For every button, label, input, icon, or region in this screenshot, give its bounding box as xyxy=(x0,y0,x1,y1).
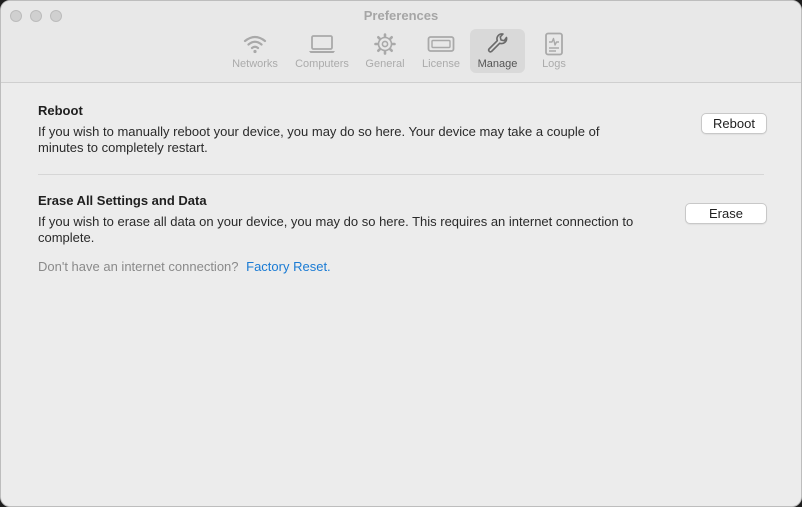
reboot-button[interactable]: Reboot xyxy=(701,113,767,134)
section-divider xyxy=(38,174,764,175)
tab-license[interactable]: License xyxy=(416,29,466,73)
tab-computers[interactable]: Computers xyxy=(290,29,354,73)
license-icon xyxy=(416,32,466,56)
preferences-window: Preferences Networks Computers General L… xyxy=(0,0,802,507)
erase-section-title: Erase All Settings and Data xyxy=(38,193,207,208)
manage-pane: Reboot If you wish to manually reboot yo… xyxy=(1,83,801,506)
tab-label-manage: Manage xyxy=(477,58,518,70)
tab-label-computers: Computers xyxy=(295,58,349,70)
tab-networks[interactable]: Networks xyxy=(227,29,283,73)
reboot-description: If you wish to manually reboot your devi… xyxy=(38,124,600,155)
reboot-section-title: Reboot xyxy=(38,103,83,118)
tab-label-general: General xyxy=(365,58,405,70)
factory-reset-hint: Don't have an internet connection? Facto… xyxy=(38,259,331,274)
tab-manage[interactable]: Manage xyxy=(470,29,525,73)
tab-label-license: License xyxy=(422,58,460,70)
preferences-toolbar: Networks Computers General License Manag… xyxy=(1,29,801,75)
tab-general[interactable]: General xyxy=(361,29,409,73)
erase-button[interactable]: Erase xyxy=(685,203,767,224)
window-title: Preferences xyxy=(363,8,439,23)
log-document-icon xyxy=(532,32,576,56)
laptop-icon xyxy=(290,32,354,56)
wrench-icon xyxy=(470,32,525,56)
titlebar: Preferences Networks Computers General L… xyxy=(1,1,801,83)
erase-description: If you wish to erase all data on your de… xyxy=(38,214,634,245)
tab-label-logs: Logs xyxy=(542,58,566,70)
factory-reset-link[interactable]: Factory Reset. xyxy=(246,259,331,274)
wifi-icon xyxy=(227,32,283,56)
no-internet-hint-text: Don't have an internet connection? xyxy=(38,259,239,274)
tab-logs[interactable]: Logs xyxy=(532,29,576,73)
tab-label-networks: Networks xyxy=(232,58,278,70)
gear-icon xyxy=(361,32,409,56)
